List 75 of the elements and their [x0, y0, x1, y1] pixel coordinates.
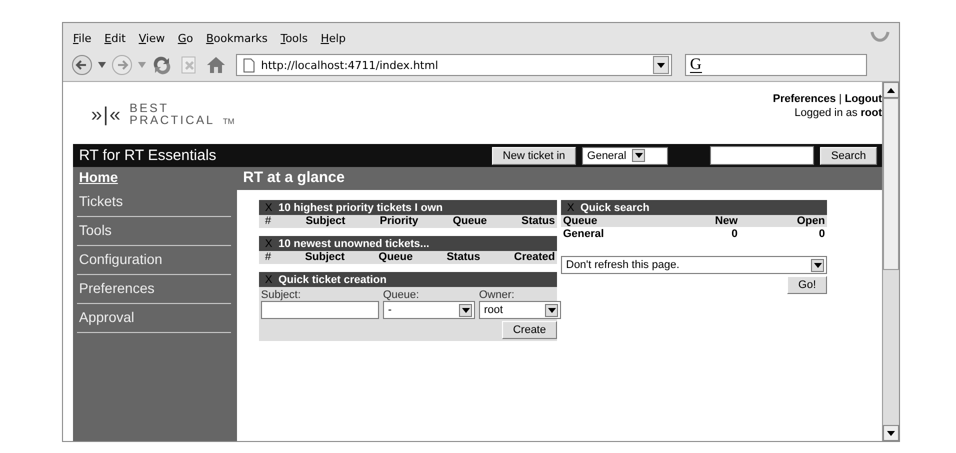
column-header: Open	[796, 215, 825, 227]
menu-item[interactable]: Help	[320, 32, 346, 44]
column-header: #	[265, 251, 272, 263]
dropdown-button[interactable]	[653, 56, 669, 74]
refresh-select[interactable]: Don't refresh this page.	[561, 256, 827, 274]
menu-item[interactable]: Edit	[104, 32, 126, 44]
trademark-text: TM	[222, 116, 234, 128]
caret-icon	[462, 308, 470, 312]
up-arrow-icon	[887, 88, 895, 92]
caret-icon	[814, 262, 822, 268]
forward-icon[interactable]	[111, 54, 133, 76]
logo-mark: »|«	[91, 104, 122, 126]
reload-icon[interactable]	[151, 54, 173, 76]
site-title: RT for RT Essentials	[79, 147, 216, 164]
nav-item[interactable]: Approval	[77, 304, 231, 333]
page-title: RT at a glance	[242, 168, 346, 188]
nav-item[interactable]: Tools	[77, 217, 231, 246]
create-button[interactable]: Create	[502, 321, 557, 339]
search-field[interactable]	[710, 146, 814, 165]
column-header: Subject	[306, 215, 346, 227]
column-header: Queue	[378, 251, 413, 263]
search-field[interactable]: G	[685, 54, 867, 76]
box-title: Quick ticket creation	[278, 274, 387, 286]
menu-item[interactable]: Go	[178, 32, 194, 44]
dropdown-arrow-icon[interactable]	[98, 62, 106, 68]
caret-icon	[634, 153, 643, 158]
nav-item[interactable]: Tickets	[77, 188, 231, 217]
logo-text: BEST	[129, 102, 170, 114]
column-header: New	[714, 215, 738, 227]
field-label: Owner:	[479, 289, 516, 301]
column-header: Queue	[452, 215, 487, 227]
menu-item[interactable]: Bookmarks	[206, 32, 268, 44]
scrollbar[interactable]	[882, 82, 899, 441]
preferences-link[interactable]: Preferences	[772, 93, 836, 105]
box-title: Quick search	[580, 202, 650, 214]
queue-select[interactable]: -	[383, 301, 475, 319]
column-header: Status	[521, 215, 555, 227]
field-label: Queue:	[383, 289, 420, 301]
address-bar[interactable]: http://localhost:4711/index.html	[236, 54, 672, 76]
go-button[interactable]: Go!	[787, 276, 827, 294]
logo-text: PRACTICAL	[129, 114, 215, 126]
back-icon[interactable]	[71, 54, 93, 76]
owner-select[interactable]: root	[479, 301, 561, 319]
logout-link[interactable]: Logout	[844, 93, 882, 105]
queue-select[interactable]: General	[582, 146, 668, 164]
column-header: Subject	[304, 251, 345, 263]
column-header: Priority	[380, 215, 418, 227]
subject-field[interactable]	[261, 301, 379, 319]
new-ticket-button[interactable]: New ticket in	[492, 146, 576, 164]
search-button[interactable]: Search	[820, 146, 877, 164]
box-title: 10 newest unowned tickets...	[278, 238, 430, 250]
field-label: Subject:	[261, 289, 302, 301]
table-cell-text: 0	[818, 228, 825, 240]
menu-item[interactable]: File	[73, 32, 92, 44]
home-icon[interactable]	[205, 54, 227, 76]
logged-in-text: Logged in as	[794, 107, 858, 119]
menu-item[interactable]: Tools	[280, 32, 308, 44]
username-text: root	[860, 107, 882, 119]
column-header: Queue	[563, 215, 598, 227]
caret-icon	[548, 308, 556, 312]
separator-text: |	[838, 93, 842, 105]
search-engine-logo[interactable]: G	[690, 57, 702, 73]
nav-item[interactable]: Configuration	[77, 246, 231, 275]
column-header: #	[265, 215, 272, 227]
menu-item[interactable]: View	[138, 32, 165, 44]
column-header: Status	[446, 251, 480, 263]
table-cell-text: 0	[730, 228, 738, 240]
queue-link[interactable]: General	[563, 228, 650, 240]
page-icon	[243, 58, 255, 72]
nav-item[interactable]: Preferences	[77, 275, 231, 304]
down-arrow-icon	[887, 430, 895, 436]
caret-icon	[657, 62, 665, 68]
nav-item[interactable]: Home	[77, 167, 231, 188]
column-header: Created	[514, 251, 555, 263]
box-title: 10 highest priority tickets I own	[278, 202, 443, 214]
